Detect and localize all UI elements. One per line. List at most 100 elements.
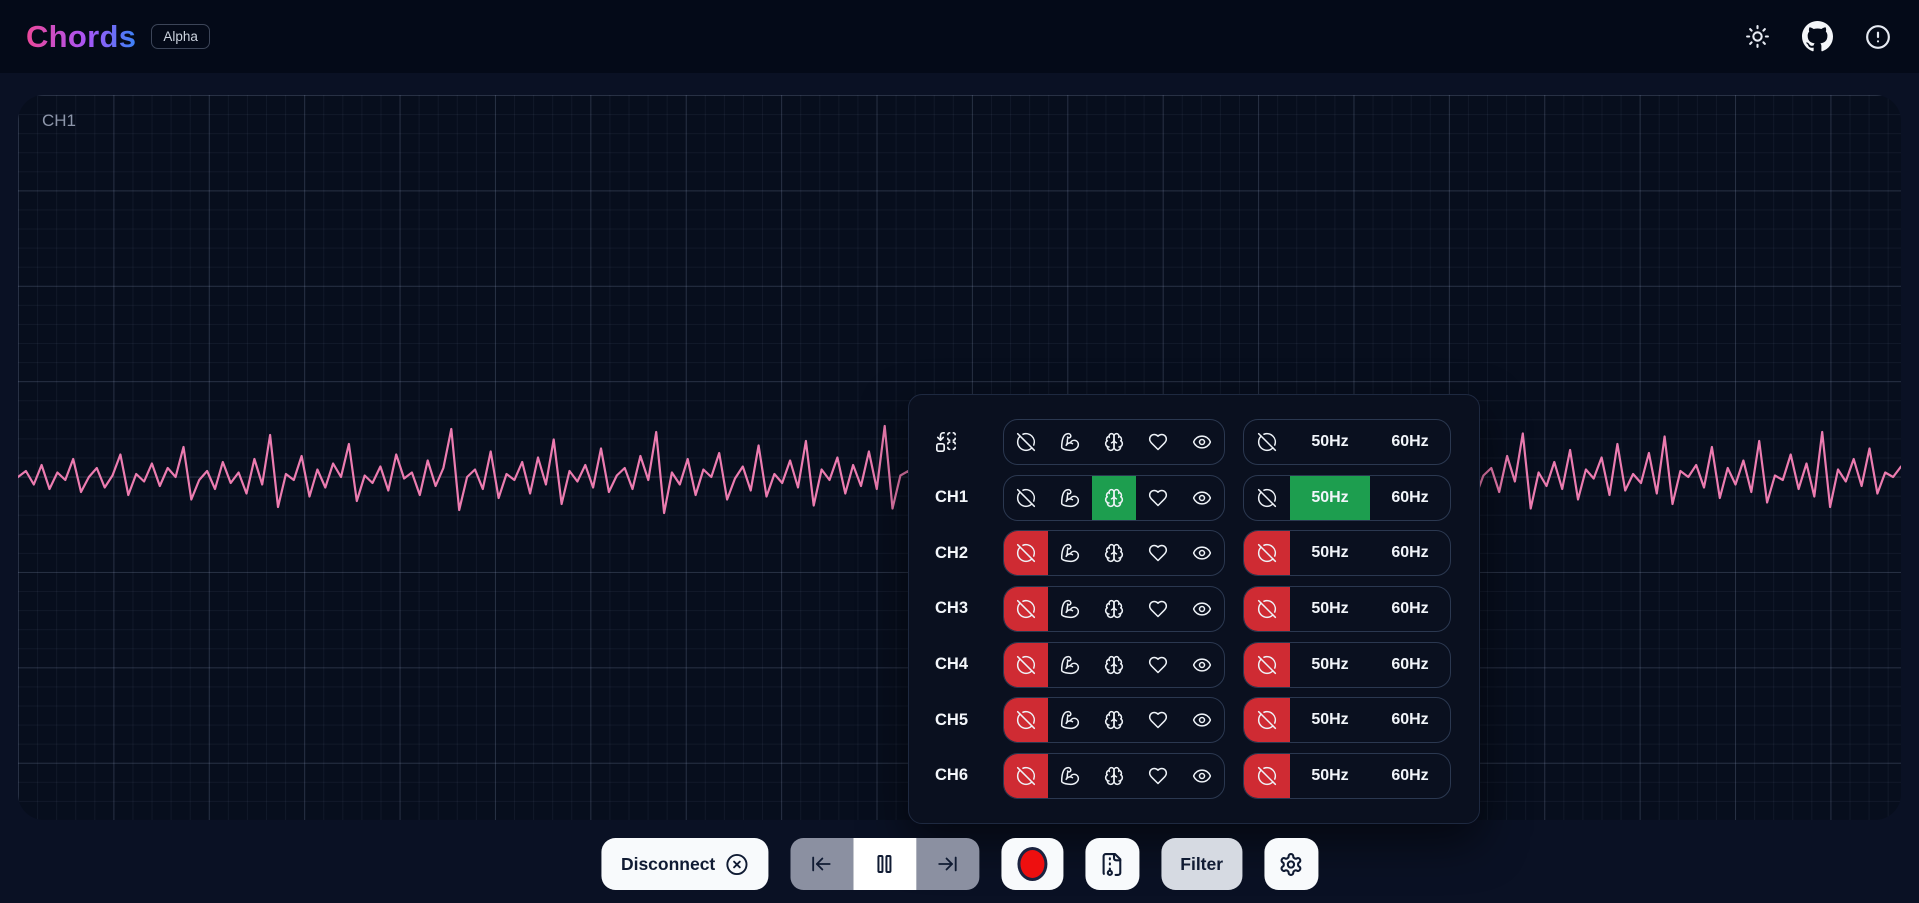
heart-icon (1148, 599, 1168, 619)
brain-button[interactable] (1092, 587, 1136, 631)
apply-all-button[interactable] (935, 431, 957, 453)
heart-button[interactable] (1136, 643, 1180, 687)
notch-off-button[interactable] (1244, 531, 1290, 575)
muscle-button[interactable] (1048, 754, 1092, 798)
circle-off-icon (1257, 488, 1277, 508)
record-dot-icon (1017, 847, 1047, 881)
muscle-button[interactable] (1048, 643, 1092, 687)
record-button[interactable] (1001, 838, 1063, 890)
notch-60hz-button[interactable]: 60Hz (1370, 476, 1450, 520)
heart-button[interactable] (1136, 698, 1180, 742)
notch-off-button[interactable] (1244, 587, 1290, 631)
muscle-button[interactable] (1048, 531, 1092, 575)
eye-button[interactable] (1180, 643, 1224, 687)
notch-60hz-button[interactable]: 60Hz (1370, 531, 1450, 575)
signal-type-group (1003, 697, 1225, 743)
brain-button[interactable] (1092, 531, 1136, 575)
channel-label: CH2 (935, 544, 989, 563)
heart-icon (1148, 543, 1168, 563)
brain-button[interactable] (1092, 643, 1136, 687)
notch-60hz-button[interactable]: 60Hz (1370, 420, 1450, 464)
apply-all-cell (935, 431, 989, 453)
notch-50hz-button[interactable]: 50Hz (1290, 698, 1370, 742)
muscle-button[interactable] (1048, 476, 1092, 520)
filter-button[interactable]: Filter (1161, 838, 1242, 890)
signal-off-button[interactable] (1004, 643, 1048, 687)
signal-type-group (1003, 530, 1225, 576)
filter-row: CH3 50Hz60Hz (935, 586, 1453, 632)
signal-off-button[interactable] (1004, 698, 1048, 742)
eye-button[interactable] (1180, 587, 1224, 631)
signal-off-button[interactable] (1004, 754, 1048, 798)
muscle-button[interactable] (1048, 420, 1092, 464)
pause-button[interactable] (853, 838, 916, 890)
notch-off-button[interactable] (1244, 698, 1290, 742)
channel-label: CH3 (935, 599, 989, 618)
gear-icon (1279, 852, 1304, 877)
step-back-button[interactable] (790, 838, 853, 890)
signal-off-button[interactable] (1004, 420, 1048, 464)
signal-off-button[interactable] (1004, 531, 1048, 575)
notch-off-button[interactable] (1244, 643, 1290, 687)
settings-button[interactable] (1264, 838, 1318, 890)
brain-button[interactable] (1092, 754, 1136, 798)
muscle-icon (1060, 543, 1080, 563)
brain-button[interactable] (1092, 476, 1136, 520)
notch-off-button[interactable] (1244, 754, 1290, 798)
eye-button[interactable] (1180, 531, 1224, 575)
circle-off-icon (1016, 543, 1036, 563)
notch-50hz-button[interactable]: 50Hz (1290, 643, 1370, 687)
brain-button[interactable] (1092, 698, 1136, 742)
brain-button[interactable] (1092, 420, 1136, 464)
muscle-button[interactable] (1048, 587, 1092, 631)
circle-off-icon (1257, 432, 1277, 452)
signal-off-button[interactable] (1004, 587, 1048, 631)
eye-button[interactable] (1180, 698, 1224, 742)
notch-off-button[interactable] (1244, 420, 1290, 464)
disconnect-label: Disconnect (621, 854, 715, 875)
notch-filter-group: 50Hz60Hz (1243, 642, 1451, 688)
disconnect-button[interactable]: Disconnect (601, 838, 768, 890)
heart-button[interactable] (1136, 587, 1180, 631)
github-link[interactable] (1802, 21, 1833, 52)
brain-icon (1104, 432, 1124, 452)
eye-button[interactable] (1180, 754, 1224, 798)
notch-50hz-button[interactable]: 50Hz (1290, 531, 1370, 575)
notch-filter-group: 50Hz60Hz (1243, 530, 1451, 576)
step-forward-button[interactable] (916, 838, 979, 890)
eye-button[interactable] (1180, 476, 1224, 520)
notch-50hz-button[interactable]: 50Hz (1290, 420, 1370, 464)
notch-60hz-button[interactable]: 60Hz (1370, 643, 1450, 687)
heart-button[interactable] (1136, 754, 1180, 798)
heart-button[interactable] (1136, 420, 1180, 464)
filter-panel: 50Hz60HzCH150Hz60HzCH250Hz60HzCH350Hz60H… (908, 394, 1480, 824)
brain-icon (1104, 710, 1124, 730)
info-button[interactable] (1865, 24, 1891, 50)
notch-50hz-button[interactable]: 50Hz (1290, 476, 1370, 520)
filter-row: CH450Hz60Hz (935, 642, 1453, 688)
muscle-button[interactable] (1048, 698, 1092, 742)
heart-button[interactable] (1136, 476, 1180, 520)
notch-60hz-button[interactable]: 60Hz (1370, 754, 1450, 798)
theme-toggle-button[interactable] (1745, 24, 1770, 49)
notch-60hz-button[interactable]: 60Hz (1370, 587, 1450, 631)
frame-stepper (790, 838, 979, 890)
filter-label: Filter (1180, 854, 1223, 875)
muscle-icon (1060, 655, 1080, 675)
notch-off-button[interactable] (1244, 476, 1290, 520)
filter-row: CH2 50Hz60Hz (935, 530, 1453, 576)
notch-50hz-button[interactable]: 50Hz (1290, 754, 1370, 798)
eye-button[interactable] (1180, 420, 1224, 464)
notch-60hz-button[interactable]: 60Hz (1370, 698, 1450, 742)
eye-icon (1192, 710, 1212, 730)
notch-50hz-button[interactable]: 50Hz (1290, 587, 1370, 631)
circle-off-icon (1257, 766, 1277, 786)
signal-type-group (1003, 419, 1225, 465)
signal-off-button[interactable] (1004, 476, 1048, 520)
muscle-icon (1060, 710, 1080, 730)
heart-button[interactable] (1136, 531, 1180, 575)
notch-filter-group: 50Hz60Hz (1243, 697, 1451, 743)
save-file-button[interactable] (1085, 838, 1139, 890)
header-actions (1745, 21, 1891, 52)
signal-type-group (1003, 753, 1225, 799)
